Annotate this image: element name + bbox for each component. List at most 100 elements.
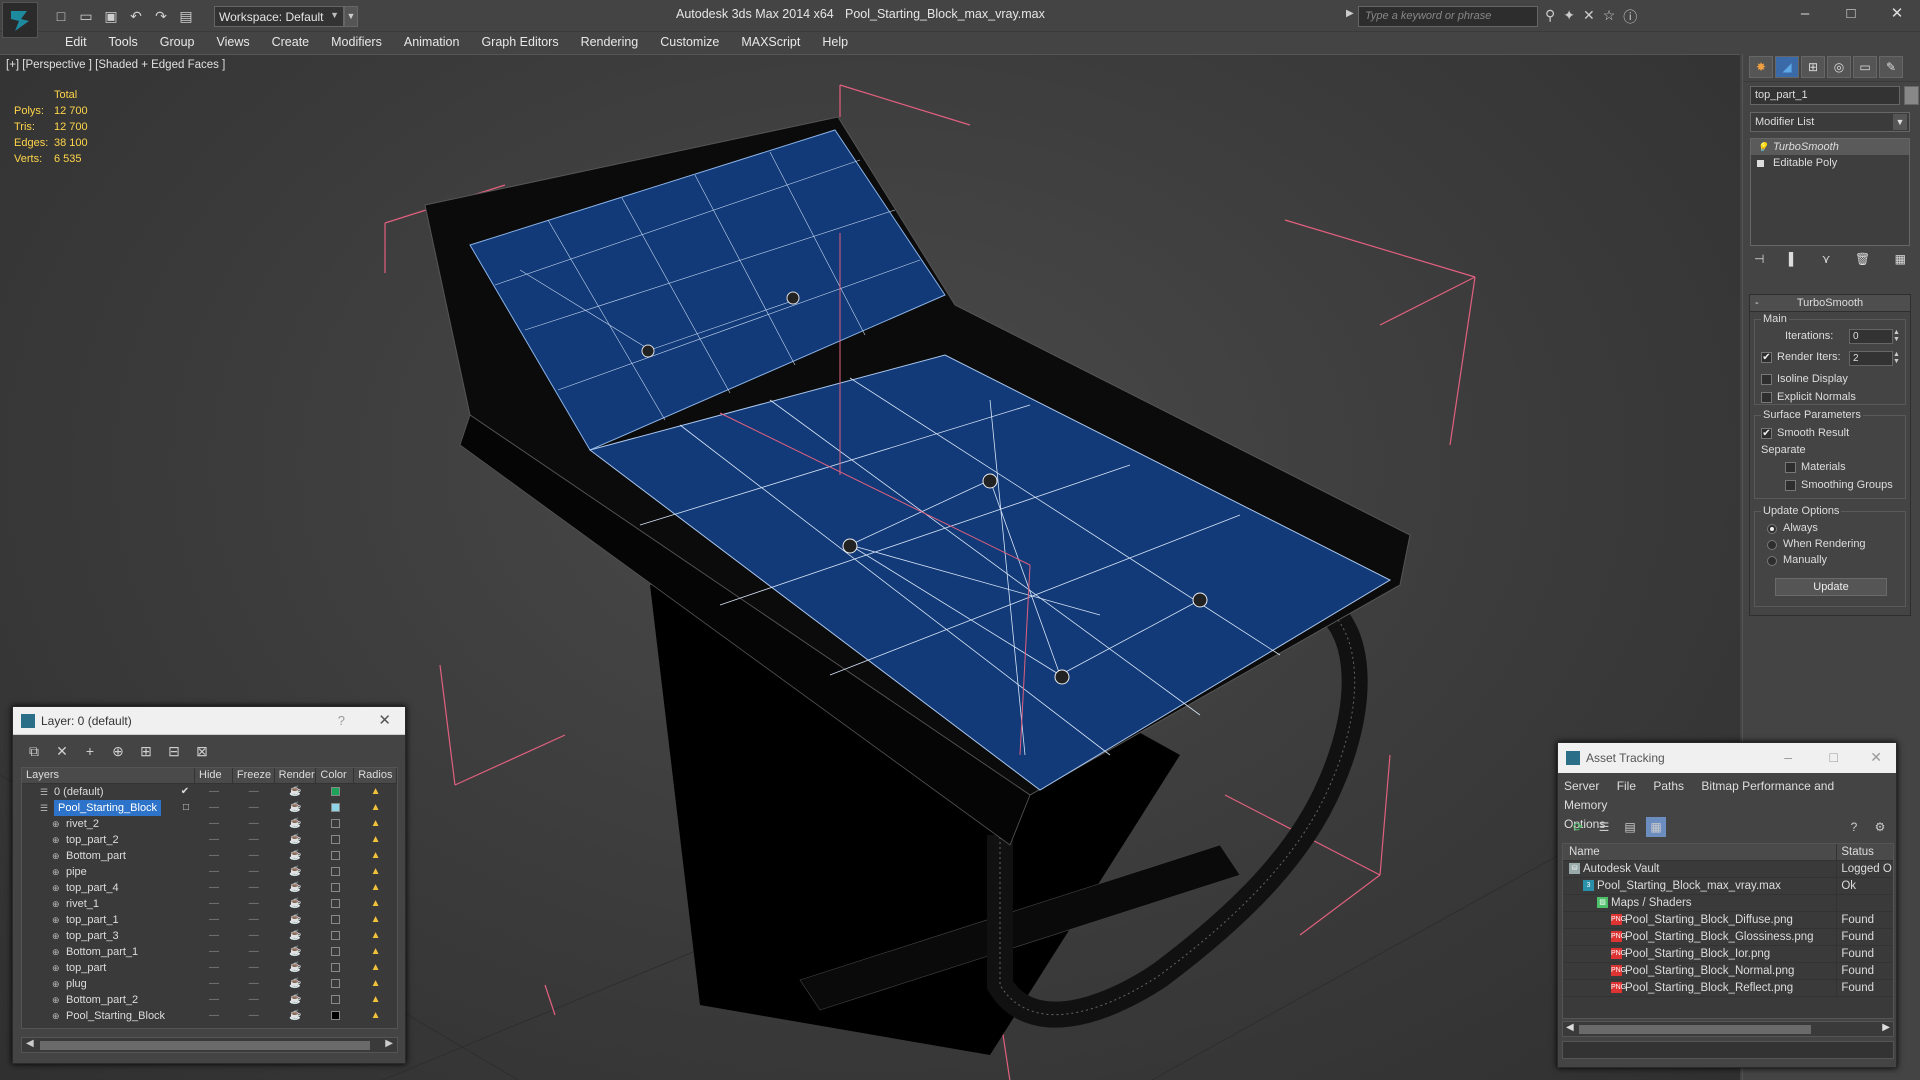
- workspace-expand-button[interactable]: ▼: [344, 6, 358, 27]
- layer-manager-icon[interactable]: ⧉: [23, 741, 45, 761]
- radiosity-icon[interactable]: ▲: [354, 816, 397, 832]
- color-swatch[interactable]: [330, 914, 340, 924]
- redo-icon[interactable]: ↷: [150, 5, 172, 27]
- list-view-icon[interactable]: ☰: [1594, 817, 1614, 837]
- render-teapot-icon[interactable]: ☕: [275, 1008, 317, 1024]
- layer-row[interactable]: ☰ Pool_Starting_Block □ — — ☕ ▲: [22, 800, 397, 816]
- layer-explorer-titlebar[interactable]: Layer: 0 (default) ? ✕: [13, 707, 405, 735]
- layer-row[interactable]: ⊕ Bottom_part_1— — ☕ ▲: [22, 944, 397, 960]
- hide-toggle[interactable]: —: [195, 880, 233, 896]
- select-in-layer-icon[interactable]: ⊕: [107, 741, 129, 761]
- expand-icon[interactable]: [1757, 160, 1764, 167]
- menu-graph-editors[interactable]: Graph Editors: [470, 32, 569, 54]
- freeze-toggle[interactable]: —: [233, 960, 275, 976]
- color-swatch[interactable]: [330, 866, 340, 876]
- layer-name-cell[interactable]: ⊕ Bottom_part_1: [22, 944, 195, 960]
- close-icon[interactable]: ✕: [1870, 749, 1882, 766]
- update-button[interactable]: Update: [1775, 578, 1887, 596]
- menu-group[interactable]: Group: [149, 32, 206, 54]
- materials-checkbox[interactable]: [1785, 462, 1796, 473]
- minimize-icon[interactable]: –: [1784, 749, 1792, 765]
- horizontal-scrollbar[interactable]: ◀ ▶: [1562, 1021, 1894, 1037]
- menu-edit[interactable]: Edit: [54, 32, 98, 54]
- iterations-spinner[interactable]: 0 ▲ ▼: [1849, 329, 1900, 344]
- render-iters-spinner[interactable]: 2 ▲ ▼: [1849, 351, 1900, 366]
- layer-name-cell[interactable]: ⊕ pipe: [22, 864, 195, 880]
- asset-row[interactable]: PNGPool_Starting_Block_Glossiness.png Fou…: [1563, 929, 1893, 946]
- asset-name-cell[interactable]: PNGPool_Starting_Block_Diffuse.png: [1563, 912, 1838, 928]
- exchange-icon[interactable]: ✕: [1583, 7, 1595, 27]
- radiosity-icon[interactable]: ▲: [354, 912, 397, 928]
- scroll-left-icon[interactable]: ◀: [26, 1038, 34, 1049]
- asset-row[interactable]: PNGPool_Starting_Block_Ior.png Found: [1563, 946, 1893, 963]
- asset-row[interactable]: ▨ Maps / Shaders: [1563, 895, 1893, 912]
- layer-name-cell[interactable]: ⊕ top_part_2: [22, 832, 195, 848]
- color-swatch-cell[interactable]: [316, 976, 354, 992]
- render-teapot-icon[interactable]: ☕: [275, 864, 317, 880]
- asset-row[interactable]: ⛁ Autodesk Vault Logged O: [1563, 861, 1893, 878]
- remove-modifier-icon[interactable]: 🗑: [1855, 252, 1870, 266]
- layer-name-cell[interactable]: ⊕ plug: [22, 976, 195, 992]
- asset-name-cell[interactable]: PNGPool_Starting_Block_Ior.png: [1563, 946, 1838, 962]
- column-header-radiosity[interactable]: Radios: [354, 768, 397, 783]
- rollout-header[interactable]: - TurboSmooth: [1750, 295, 1910, 312]
- layer-name-cell[interactable]: ⊕ rivet_1: [22, 896, 195, 912]
- render-teapot-icon[interactable]: ☕: [275, 960, 317, 976]
- color-swatch-cell[interactable]: [316, 800, 354, 816]
- object-name-field[interactable]: top_part_1: [1750, 86, 1900, 105]
- radiosity-icon[interactable]: ▲: [354, 992, 397, 1008]
- render-teapot-icon[interactable]: ☕: [275, 896, 317, 912]
- menu-views[interactable]: Views: [205, 32, 260, 54]
- menu-server[interactable]: Server: [1564, 779, 1599, 793]
- asset-name-cell[interactable]: ⛁ Autodesk Vault: [1563, 861, 1838, 877]
- freeze-toggle[interactable]: —: [233, 816, 275, 832]
- color-swatch-cell[interactable]: [316, 992, 354, 1008]
- column-header-render[interactable]: Render: [275, 768, 317, 783]
- spinner-arrows-icon[interactable]: ▲ ▼: [1893, 329, 1903, 343]
- radiosity-icon[interactable]: ▲: [354, 880, 397, 896]
- new-file-icon[interactable]: □: [50, 5, 72, 27]
- scroll-right-icon[interactable]: ▶: [1882, 1022, 1890, 1033]
- show-end-result-icon[interactable]: ▌: [1789, 252, 1798, 266]
- color-swatch[interactable]: [330, 930, 340, 940]
- make-unique-icon[interactable]: ⋎: [1822, 252, 1831, 266]
- freeze-toggle[interactable]: —: [233, 832, 275, 848]
- render-teapot-icon[interactable]: ☕: [275, 816, 317, 832]
- help-icon[interactable]: ⓘ: [1623, 7, 1637, 27]
- create-tab-icon[interactable]: ✸: [1749, 56, 1773, 78]
- stack-item-turbosmooth[interactable]: 💡 TurboSmooth: [1751, 139, 1909, 155]
- open-file-icon[interactable]: ▭: [75, 5, 97, 27]
- settings-icon[interactable]: ⚙: [1870, 817, 1890, 837]
- smoothing-groups-checkbox[interactable]: [1785, 480, 1796, 491]
- color-swatch[interactable]: [330, 978, 340, 988]
- menu-create[interactable]: Create: [261, 32, 321, 54]
- scrollbar-thumb[interactable]: [40, 1041, 370, 1050]
- menu-rendering[interactable]: Rendering: [570, 32, 650, 54]
- freeze-toggle[interactable]: —: [233, 976, 275, 992]
- layer-name-cell[interactable]: ⊕ Bottom_part_2: [22, 992, 195, 1008]
- object-color-swatch[interactable]: [1904, 86, 1919, 105]
- binoculars-icon[interactable]: ⚲: [1545, 7, 1555, 27]
- tree-view-icon[interactable]: ▤: [1620, 817, 1640, 837]
- menu-file[interactable]: File: [1617, 779, 1636, 793]
- layer-name-cell[interactable]: ⊕ top_part_4: [22, 880, 195, 896]
- search-input[interactable]: Type a keyword or phrase: [1358, 6, 1538, 27]
- always-radio[interactable]: [1767, 524, 1777, 534]
- layer-row[interactable]: ⊕ rivet_1— — ☕ ▲: [22, 896, 397, 912]
- layer-row[interactable]: ⊕ top_part_1— — ☕ ▲: [22, 912, 397, 928]
- asset-name-cell[interactable]: 3 Pool_Starting_Block_max_vray.max: [1563, 878, 1838, 894]
- when-rendering-radio[interactable]: [1767, 540, 1777, 550]
- radiosity-icon[interactable]: ▲: [354, 944, 397, 960]
- motion-tab-icon[interactable]: ◎: [1827, 56, 1851, 78]
- hide-toggle[interactable]: —: [195, 848, 233, 864]
- asset-row[interactable]: PNGPool_Starting_Block_Diffuse.png Found: [1563, 912, 1893, 929]
- color-swatch-cell[interactable]: [316, 816, 354, 832]
- color-swatch-cell[interactable]: [316, 864, 354, 880]
- add-to-layer-icon[interactable]: ⊞: [135, 741, 157, 761]
- color-swatch-cell[interactable]: [316, 880, 354, 896]
- radiosity-icon[interactable]: ▲: [354, 848, 397, 864]
- layer-row[interactable]: ⊕ top_part_3— — ☕ ▲: [22, 928, 397, 944]
- color-swatch[interactable]: [330, 962, 340, 972]
- render-teapot-icon[interactable]: ☕: [275, 928, 317, 944]
- column-header-hide[interactable]: Hide: [195, 768, 233, 783]
